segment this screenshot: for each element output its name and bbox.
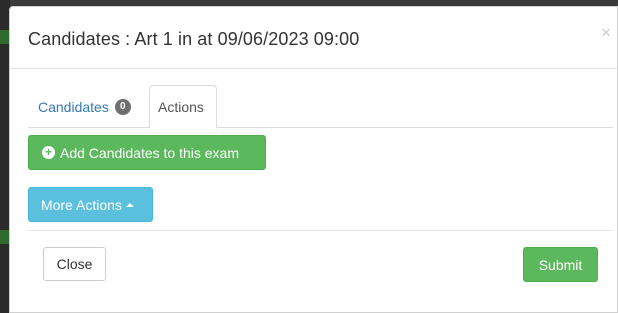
tab-actions[interactable]: Actions — [149, 85, 217, 129]
tab-bar: Candidates 0 Actions — [28, 85, 613, 129]
footer-divider — [28, 230, 613, 231]
candidates-modal: Candidates : Art 1 in at 09/06/2023 09:0… — [9, 6, 618, 313]
candidates-count-badge: 0 — [114, 98, 131, 115]
submit-button[interactable]: Submit — [523, 247, 598, 282]
close-button[interactable]: Close — [43, 247, 106, 281]
close-icon[interactable]: × — [601, 24, 611, 41]
plus-circle-icon: + — [42, 146, 55, 159]
background-mark — [0, 230, 9, 244]
more-actions-button[interactable]: More Actions — [28, 187, 153, 222]
add-candidates-label: Add Candidates to this exam — [60, 144, 239, 161]
add-candidates-button[interactable]: + Add Candidates to this exam — [28, 135, 266, 170]
tab-actions-label: Actions — [158, 99, 204, 115]
tab-candidates-label: Candidates — [38, 98, 109, 115]
caret-up-icon — [125, 202, 134, 207]
tab-candidates[interactable]: Candidates 0 — [38, 85, 131, 128]
more-actions-label: More Actions — [41, 196, 122, 213]
background-mark — [0, 30, 9, 44]
modal-header: Candidates : Art 1 in at 09/06/2023 09:0… — [10, 7, 617, 69]
submit-button-label: Submit — [538, 256, 583, 273]
close-button-label: Close — [56, 256, 93, 272]
modal-title: Candidates : Art 1 in at 09/06/2023 09:0… — [28, 29, 360, 49]
